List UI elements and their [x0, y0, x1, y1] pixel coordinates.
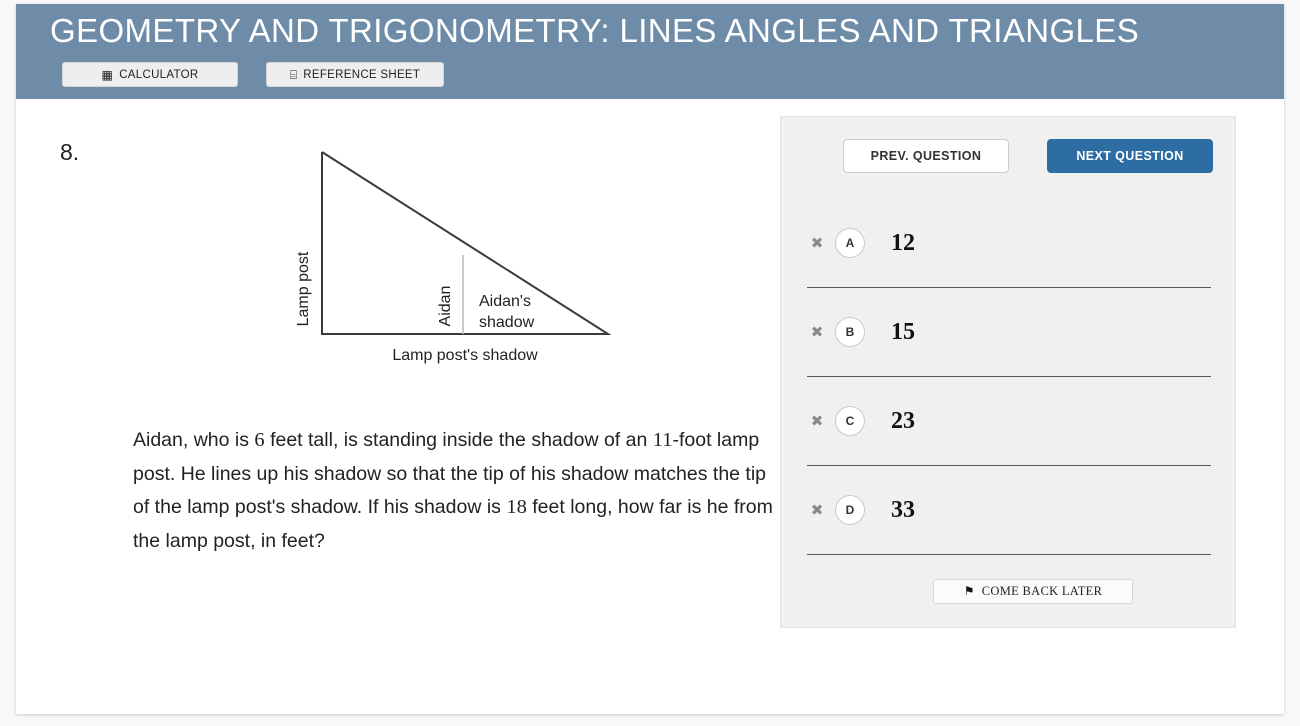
reference-sheet-button-label: REFERENCE SHEET — [303, 68, 421, 81]
calculator-button-label: CALCULATOR — [119, 68, 199, 81]
prev-question-button[interactable]: PREV. QUESTION — [843, 139, 1009, 173]
prev-question-label: PREV. QUESTION — [870, 149, 982, 163]
choice-letter-d[interactable]: D — [835, 495, 865, 525]
question-number: 8. — [60, 139, 80, 165]
answer-choice-list: ✖ A 12 ✖ B 15 ✖ C 23 ✖ D 33 — [807, 199, 1211, 555]
calculator-button[interactable]: ▦ CALCULATOR — [62, 62, 238, 87]
strike-out-icon[interactable]: ✖ — [807, 412, 827, 430]
aidan-label: Aidan — [437, 286, 454, 327]
question-number-token: 6 — [254, 429, 265, 451]
strike-out-icon[interactable]: ✖ — [807, 501, 827, 519]
next-question-button[interactable]: NEXT QUESTION — [1047, 139, 1213, 173]
come-back-later-button[interactable]: ⚑ COME BACK LATER — [933, 579, 1133, 604]
lamp-post-shadow-label: Lamp post's shadow — [392, 347, 538, 364]
next-question-label: NEXT QUESTION — [1076, 149, 1184, 163]
aidans-shadow-label-line2: shadow — [479, 314, 535, 331]
strike-out-icon[interactable]: ✖ — [807, 323, 827, 341]
triangle-figure: Lamp post Aidan Aidan's shadow Lamp post… — [266, 134, 666, 379]
answer-choice-a[interactable]: ✖ A 12 — [807, 199, 1211, 288]
page-title: GEOMETRY AND TRIGONOMETRY: LINES ANGLES … — [50, 12, 1140, 49]
question-text-token: Aidan, who is — [133, 429, 255, 451]
book-icon: ⌸ — [289, 67, 298, 82]
choice-value-d[interactable]: 33 — [891, 497, 915, 524]
triangle-outline — [321, 151, 612, 335]
flag-icon: ⚑ — [963, 584, 975, 598]
answer-panel: PREV. QUESTION NEXT QUESTION ✖ A 12 ✖ B 15 ✖ C 2… — [780, 116, 1236, 628]
lamp-post-label: Lamp post — [295, 251, 312, 326]
app-header: GEOMETRY AND TRIGONOMETRY: LINES ANGLES … — [16, 4, 1284, 99]
triangle-diagram-svg: Lamp post Aidan Aidan's shadow Lamp post… — [295, 151, 612, 364]
choice-value-a[interactable]: 12 — [891, 230, 915, 257]
choice-value-c[interactable]: 23 — [891, 408, 915, 435]
answer-choice-b[interactable]: ✖ B 15 — [807, 288, 1211, 377]
strike-out-icon[interactable]: ✖ — [807, 234, 827, 252]
question-nav: PREV. QUESTION NEXT QUESTION — [781, 139, 1237, 175]
aidans-shadow-label-line1: Aidan's — [479, 293, 531, 310]
answer-choice-c[interactable]: ✖ C 23 — [807, 377, 1211, 466]
choice-letter-b[interactable]: B — [835, 317, 865, 347]
reference-sheet-button[interactable]: ⌸ REFERENCE SHEET — [266, 62, 444, 87]
choice-value-b[interactable]: 15 — [891, 319, 915, 346]
choice-letter-a[interactable]: A — [835, 228, 865, 258]
answer-choice-d[interactable]: ✖ D 33 — [807, 466, 1211, 555]
question-text-token: feet tall, is standing inside the shadow… — [264, 429, 653, 451]
question-number-token: 18 — [506, 496, 527, 518]
come-back-later-label: COME BACK LATER — [981, 584, 1103, 598]
calculator-icon: ▦ — [101, 67, 114, 82]
choice-letter-c[interactable]: C — [835, 406, 865, 436]
page-card: GEOMETRY AND TRIGONOMETRY: LINES ANGLES … — [16, 4, 1284, 714]
question-text: Aidan, who is 6 feet tall, is standing i… — [133, 424, 773, 558]
question-number-token: 11 — [652, 429, 673, 451]
